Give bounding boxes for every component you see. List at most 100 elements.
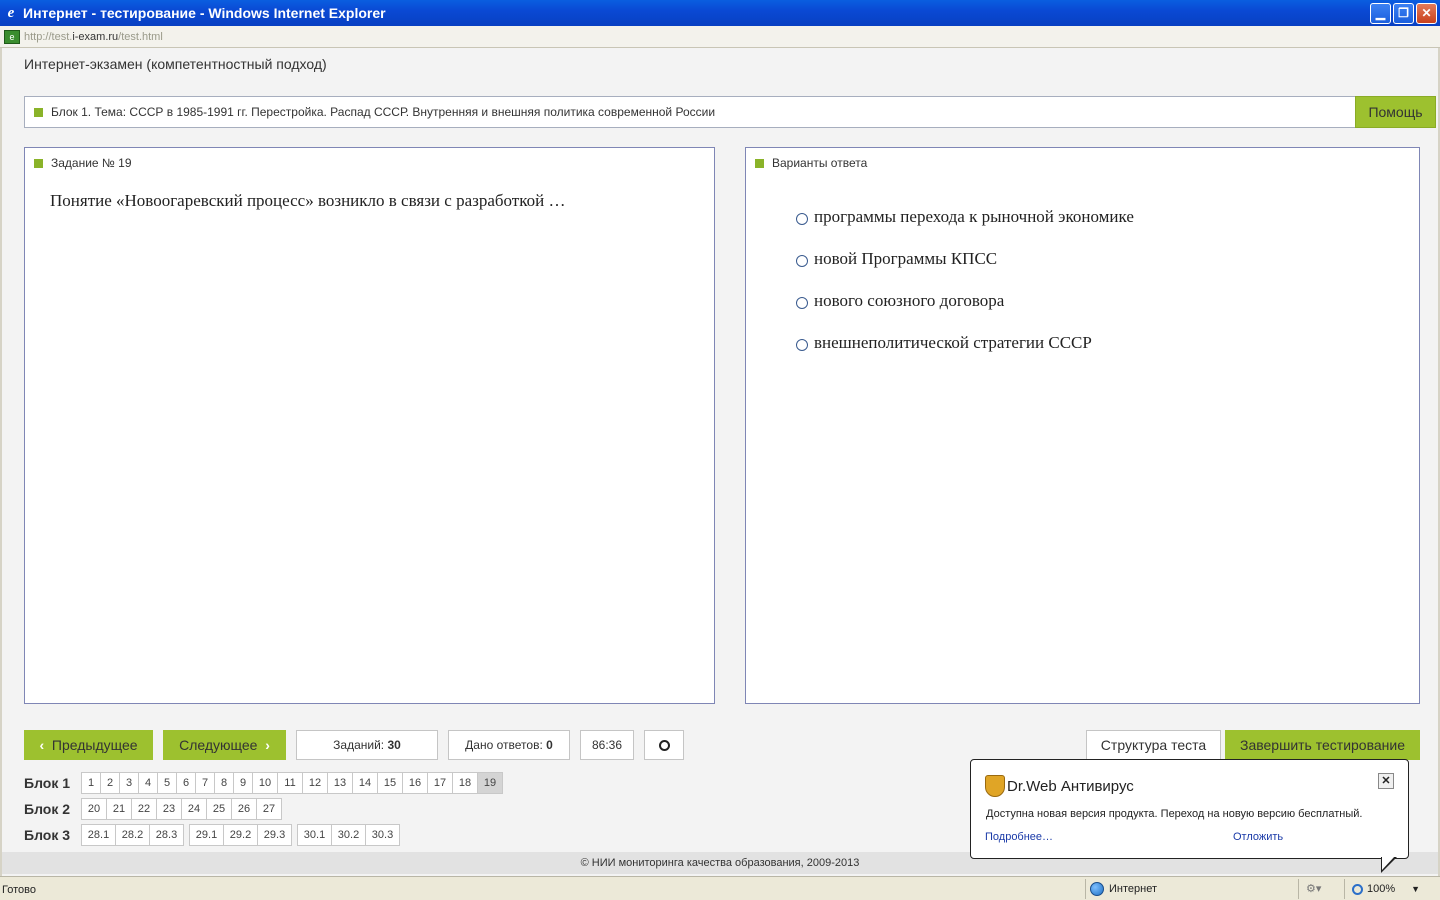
task-cell[interactable]: 18 <box>452 772 478 794</box>
zoom-dropdown-icon[interactable]: ▼ <box>1411 884 1420 894</box>
window-titlebar: e Интернет - тестирование - Windows Inte… <box>0 0 1440 26</box>
task-cell[interactable]: 9 <box>233 772 253 794</box>
task-cell[interactable]: 28.2 <box>115 824 150 846</box>
zoom-icon <box>1352 883 1363 895</box>
antivirus-notification: Dr.Web Антивирус ✕ Доступна новая версия… <box>970 759 1409 873</box>
task-cell[interactable]: 12 <box>302 772 328 794</box>
zoom-control[interactable]: 100% ▼ <box>1352 883 1420 895</box>
task-cell[interactable]: 27 <box>256 798 282 820</box>
task-cell[interactable]: 28.1 <box>81 824 116 846</box>
task-cell-current[interactable]: 19 <box>477 772 503 794</box>
page-favicon-icon: e <box>4 29 20 44</box>
task-cell[interactable]: 6 <box>176 772 196 794</box>
help-button[interactable]: Помощь <box>1355 96 1436 128</box>
answer-option-label[interactable]: новой Программы КПСС <box>814 249 997 269</box>
task-cell[interactable]: 5 <box>157 772 177 794</box>
task-cell[interactable]: 20 <box>81 798 107 820</box>
task-cell[interactable]: 13 <box>327 772 353 794</box>
radio-button[interactable] <box>796 297 808 309</box>
block-row-1: Блок 1 1 2 3 4 5 6 7 8 9 10 11 12 13 14 … <box>24 770 503 796</box>
answer-option-label[interactable]: внешнеполитической стратегии СССР <box>814 333 1092 353</box>
page-content: Интернет-экзамен (компетентностный подхо… <box>0 48 1440 876</box>
popup-later-link[interactable]: Отложить <box>1233 831 1283 843</box>
task-cell[interactable]: 30.3 <box>365 824 400 846</box>
bullet-square-icon <box>34 107 43 117</box>
url-path: /test.html <box>118 30 163 43</box>
block-row-2: Блок 2 20 21 22 23 24 25 26 27 <box>24 796 502 822</box>
security-zone: Интернет <box>1090 882 1157 896</box>
popup-tail-fill <box>1382 856 1395 870</box>
task-cell[interactable]: 8 <box>214 772 234 794</box>
answer-option[interactable]: новой Программы КПСС <box>796 249 1134 291</box>
radio-button[interactable] <box>796 213 808 225</box>
tasks-count-label: Заданий: <box>333 738 385 752</box>
task-cell[interactable]: 17 <box>427 772 453 794</box>
task-cell[interactable]: 24 <box>181 798 207 820</box>
bullet-square-icon <box>34 158 43 168</box>
restore-button[interactable]: ❐ <box>1393 3 1414 24</box>
task-cell[interactable]: 11 <box>277 772 303 794</box>
answer-option[interactable]: программы перехода к рыночной экономике <box>796 207 1134 249</box>
tasks-count: Заданий: 30 <box>296 730 438 760</box>
popup-more-link[interactable]: Подробнее… <box>985 831 1053 843</box>
task-header: Задание № 19 <box>25 156 132 170</box>
previous-button[interactable]: ‹ Предыдущее <box>24 730 153 760</box>
answer-option-label[interactable]: нового союзного договора <box>814 291 1004 311</box>
task-cell[interactable]: 25 <box>206 798 232 820</box>
answered-count-value: 0 <box>546 738 553 752</box>
task-cell[interactable]: 29.3 <box>257 824 292 846</box>
task-cell[interactable]: 28.3 <box>149 824 184 846</box>
radio-button[interactable] <box>796 255 808 267</box>
close-window-button[interactable]: ✕ <box>1416 3 1437 24</box>
task-cell[interactable]: 14 <box>352 772 378 794</box>
status-separator <box>1298 879 1299 899</box>
status-separator <box>1085 879 1086 899</box>
task-cell[interactable]: 7 <box>195 772 215 794</box>
task-cell[interactable]: 30.2 <box>331 824 366 846</box>
answer-option[interactable]: внешнеполитической стратегии СССР <box>796 333 1134 375</box>
task-cell[interactable]: 29.2 <box>223 824 258 846</box>
task-cell[interactable]: 21 <box>106 798 132 820</box>
task-cell[interactable]: 29.1 <box>189 824 224 846</box>
answer-option[interactable]: нового союзного договора <box>796 291 1134 333</box>
url-host: i-exam.ru <box>72 30 119 43</box>
bullet-square-icon <box>755 158 764 168</box>
task-cell[interactable]: 3 <box>119 772 139 794</box>
globe-icon <box>1090 882 1104 896</box>
chevron-left-icon: ‹ <box>39 737 45 753</box>
task-cell[interactable]: 30.1 <box>297 824 332 846</box>
protected-mode-icon[interactable]: ⚙▾ <box>1306 882 1322 896</box>
answers-header-label: Варианты ответа <box>772 156 868 170</box>
block-topic-text: Блок 1. Тема: СССР в 1985-1991 гг. Перес… <box>51 105 716 119</box>
minimize-button[interactable]: ▁ <box>1370 3 1391 24</box>
block-label: Блок 1 <box>24 775 71 791</box>
question-text: Понятие «Новоогаревский процесс» возникл… <box>50 191 566 210</box>
answer-option-label[interactable]: программы перехода к рыночной экономике <box>814 207 1134 227</box>
radio-button[interactable] <box>796 339 808 351</box>
task-cell[interactable]: 16 <box>402 772 428 794</box>
clock-button[interactable] <box>644 730 684 760</box>
address-bar[interactable]: e http://test. i-exam.ru/test.html <box>0 26 1440 48</box>
task-cell[interactable]: 26 <box>231 798 257 820</box>
task-cell[interactable]: 22 <box>131 798 157 820</box>
drweb-shield-icon <box>985 775 1005 797</box>
next-button[interactable]: Следующее › <box>163 730 286 760</box>
block-topic-bar: Блок 1. Тема: СССР в 1985-1991 гг. Перес… <box>24 96 1436 128</box>
task-cell[interactable]: 1 <box>81 772 101 794</box>
task-cell[interactable]: 2 <box>100 772 120 794</box>
task-cell[interactable]: 23 <box>156 798 182 820</box>
task-cell[interactable]: 15 <box>377 772 403 794</box>
block-row-3: Блок 3 28.1 28.2 28.3 29.1 29.2 29.3 30.… <box>24 822 502 848</box>
answer-options: программы перехода к рыночной экономике … <box>796 207 1134 375</box>
task-cell[interactable]: 10 <box>252 772 278 794</box>
task-cell[interactable]: 4 <box>138 772 158 794</box>
clock-icon <box>658 740 670 752</box>
finish-test-button[interactable]: Завершить тестирование <box>1225 730 1420 760</box>
answers-panel: Варианты ответа программы перехода к рын… <box>745 147 1420 704</box>
internet-explorer-icon: e <box>7 5 15 21</box>
status-text: Готово <box>2 884 36 896</box>
exam-title: Интернет-экзамен (компетентностный подхо… <box>24 56 327 72</box>
block-navigation: Блок 1 1 2 3 4 5 6 7 8 9 10 11 12 13 14 … <box>24 770 503 848</box>
test-structure-button[interactable]: Структура теста <box>1086 730 1221 760</box>
popup-close-button[interactable]: ✕ <box>1378 773 1394 789</box>
